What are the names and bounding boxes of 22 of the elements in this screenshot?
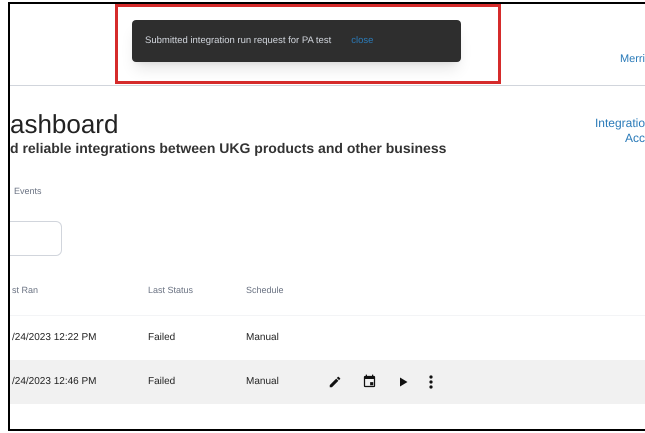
close-link[interactable]: close: [351, 34, 374, 48]
column-header[interactable]: Schedule: [246, 284, 326, 298]
page-subtitle: d reliable integrations between UKG products and other business: [10, 139, 446, 158]
table-cell-text: Failed: [148, 331, 176, 345]
integration-link[interactable]: Integratio Acc: [594, 108, 645, 159]
column-header[interactable]: st Ran: [10, 284, 148, 298]
calendar-icon[interactable]: [362, 374, 377, 389]
table-cell-text: Manual: [246, 375, 280, 389]
column-header[interactable]: Last Status: [148, 284, 246, 298]
search-field[interactable]: [10, 220, 62, 256]
table-cell-text: Manual: [246, 331, 280, 345]
more-icon[interactable]: [429, 374, 433, 388]
user-link[interactable]: Merri: [620, 50, 645, 67]
table-row[interactable]: /24/2023 12:46 PM Failed Manual: [10, 360, 645, 404]
toast-message: Submitted integration run request for PA test: [145, 34, 332, 48]
table-cell-text: /24/2023 12:22 PM: [11, 331, 98, 345]
tab[interactable]: Events: [14, 185, 42, 198]
pencil-icon[interactable]: [328, 374, 342, 388]
page-title: ashboard: [10, 108, 120, 140]
table-cell-text: Failed: [148, 375, 176, 389]
play-icon[interactable]: [397, 376, 409, 388]
table-cell-text: /24/2023 12:46 PM: [11, 375, 98, 389]
